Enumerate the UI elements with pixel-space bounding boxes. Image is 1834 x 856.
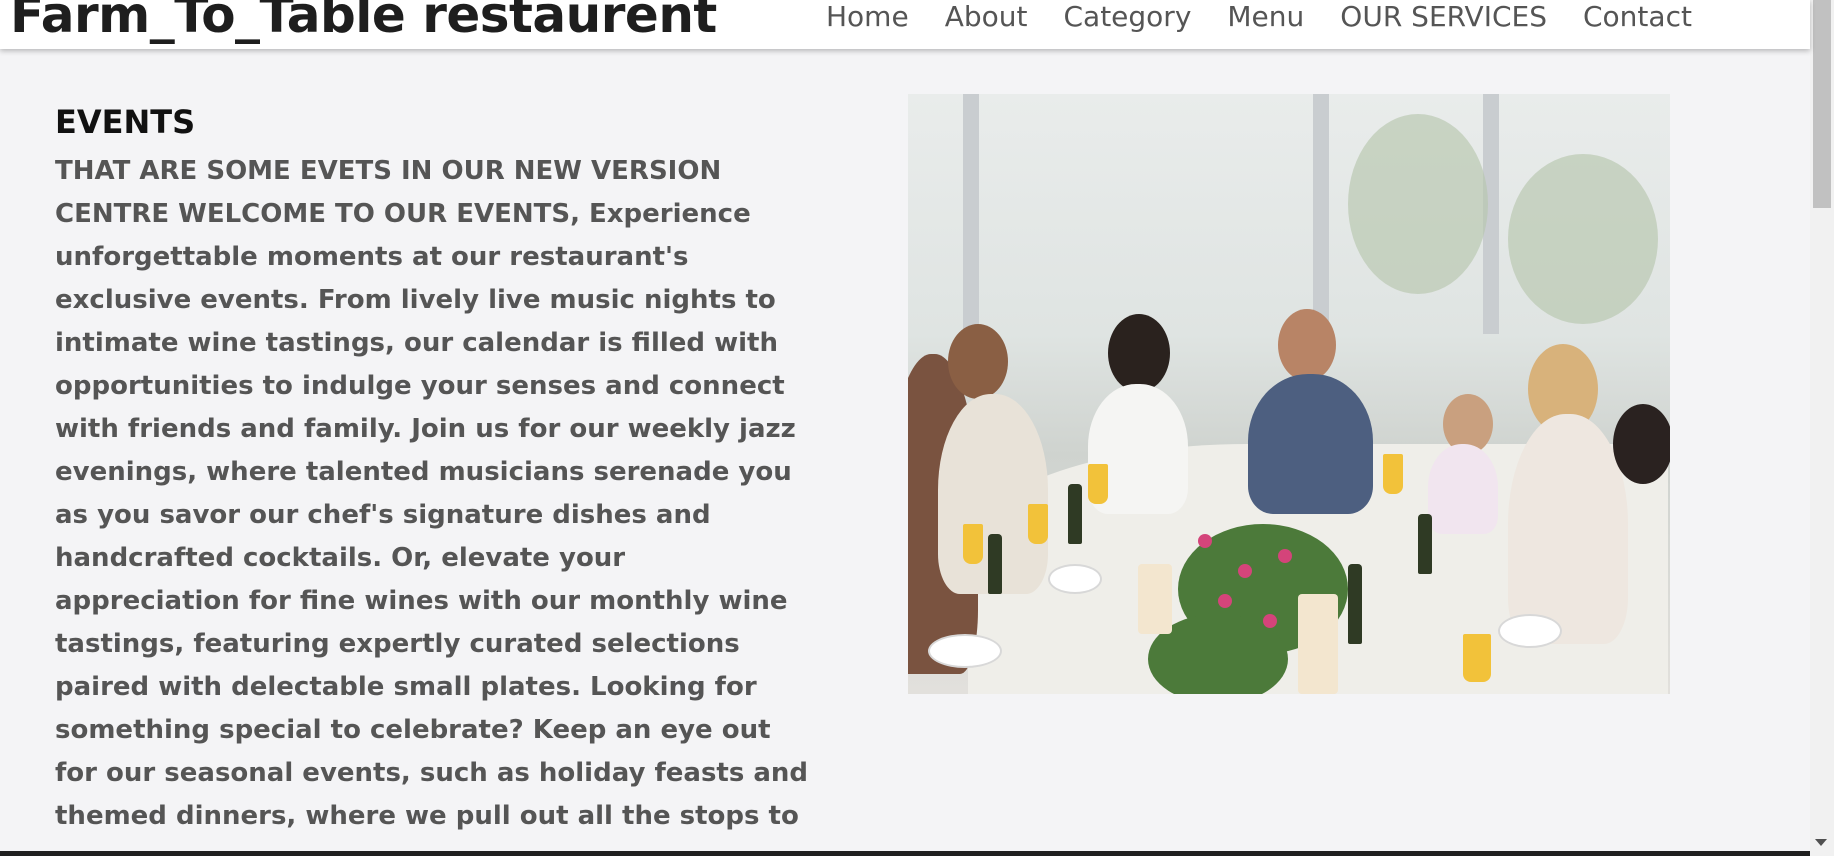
nav-link-home[interactable]: Home [826,0,927,33]
scroll-down-icon[interactable] [1815,839,1827,846]
event-photo [908,94,1670,694]
window-bottom-edge [0,851,1810,856]
nav-link-contact[interactable]: Contact [1565,0,1710,33]
navbar: Farm_To_Table restaurent Home About Cate… [0,0,1810,49]
scrollbar-thumb[interactable] [1813,0,1831,208]
nav-link-menu[interactable]: Menu [1209,0,1322,33]
events-heading: EVENTS [55,103,196,141]
brand-logo[interactable]: Farm_To_Table restaurent [10,0,717,44]
events-description: THAT ARE SOME EVETS IN OUR NEW VERSION C… [55,156,809,831]
events-section: EVENTS THAT ARE SOME EVETS IN OUR NEW VE… [55,100,815,838]
nav-link-services[interactable]: OUR SERVICES [1322,0,1565,33]
nav-links: Home About Category Menu OUR SERVICES Co… [826,0,1710,33]
nav-link-about[interactable]: About [927,0,1046,33]
nav-link-category[interactable]: Category [1045,0,1209,33]
scrollbar[interactable] [1810,0,1834,856]
